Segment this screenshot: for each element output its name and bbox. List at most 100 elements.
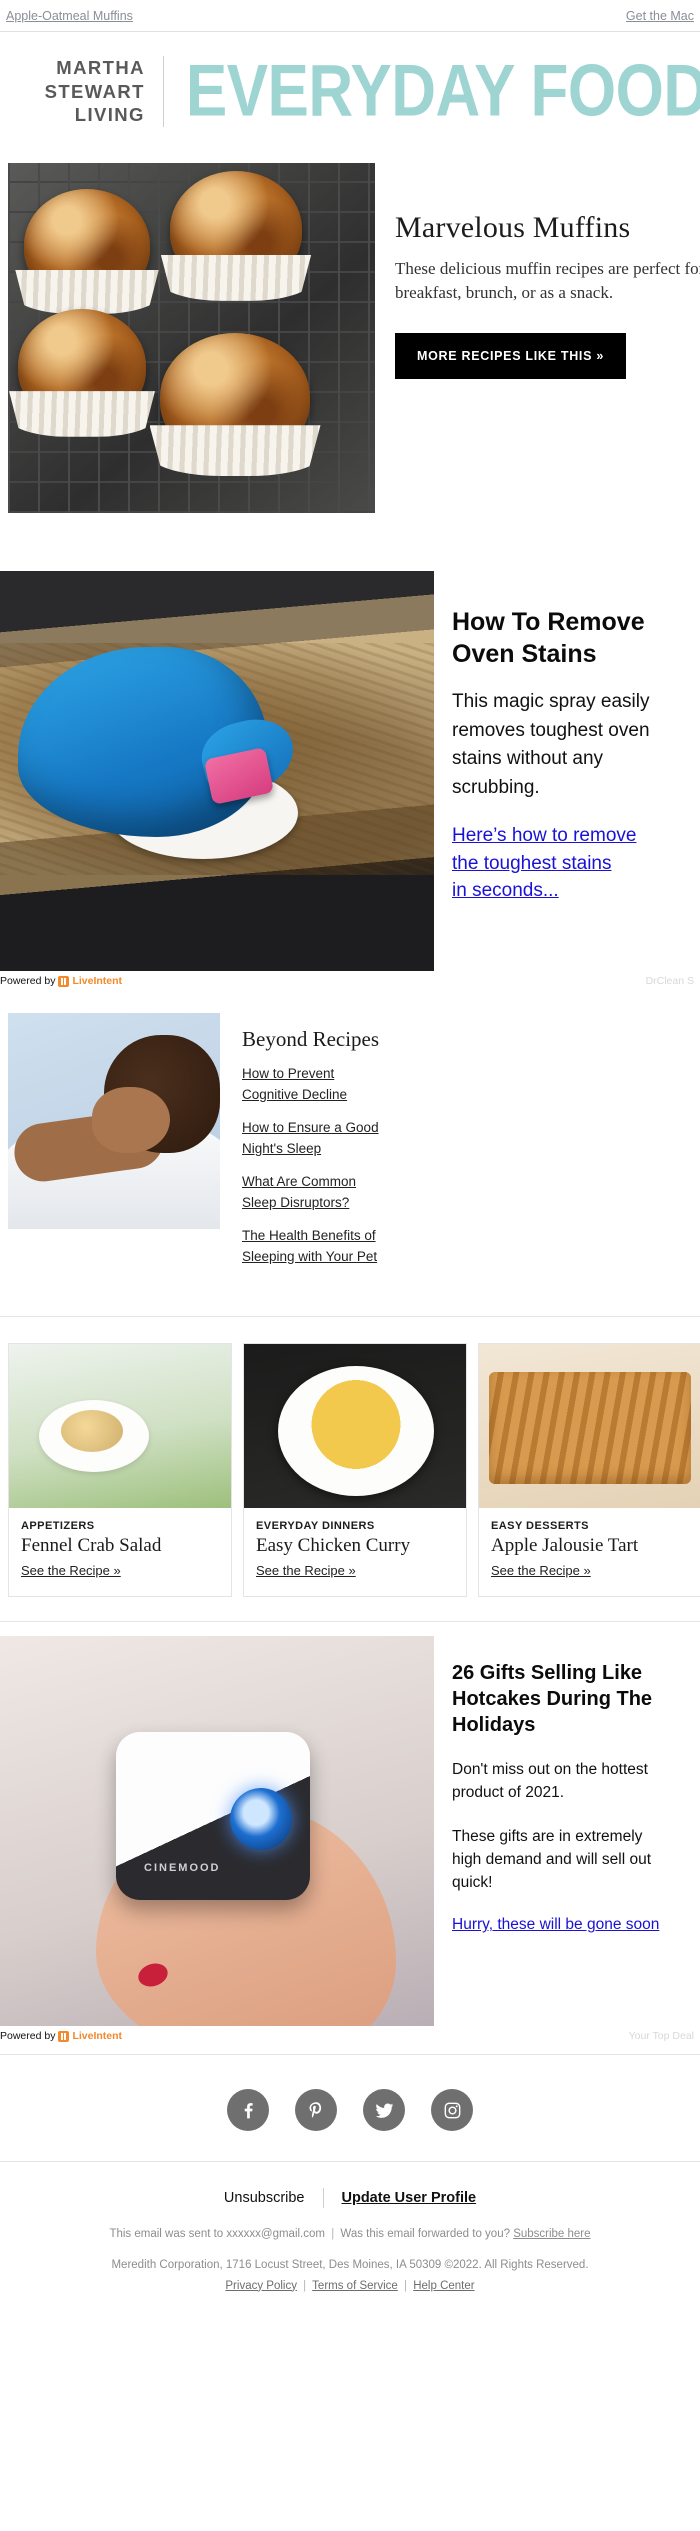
recipe-cards-row: APPETIZERS Fennel Crab Salad See the Rec…: [0, 1317, 700, 1623]
brand-line-1: MARTHA: [56, 57, 145, 78]
twitter-icon[interactable]: [363, 2089, 405, 2132]
beyond-link-2[interactable]: How to Ensure a Good Night's Sleep: [242, 1118, 392, 1159]
recipe-card-title: Easy Chicken Curry: [256, 1535, 411, 1557]
recipe-card-kicker: EVERYDAY DINNERS: [256, 1520, 375, 1533]
liveintent-label: LiveIntent: [72, 2030, 123, 2043]
beyond-recipes-text: Beyond Recipes How to Prevent Cognitive …: [220, 1013, 392, 1280]
ad2-text: 26 Gifts Selling Like Hotcakes During Th…: [434, 1636, 700, 2026]
projector-lens-graphic: [230, 1788, 292, 1851]
ad-advertiser-label: DrClean S: [645, 975, 694, 988]
ad2-image-projector-in-hand[interactable]: CINEMOOD: [0, 1636, 434, 2027]
beyond-link-1[interactable]: How to Prevent Cognitive Decline: [242, 1064, 392, 1105]
footer-legal: Meredith Corporation, 1716 Locust Street…: [0, 2255, 700, 2296]
ad-body-line-3: stains without any: [452, 748, 604, 770]
recipe-card-image-apple-jalousie-tart[interactable]: [479, 1344, 700, 1509]
projector-graphic: CINEMOOD: [116, 1732, 310, 1901]
beyond-link-3[interactable]: What Are Common Sleep Disruptors?: [242, 1172, 392, 1213]
recipe-card-link[interactable]: See the Recipe »: [491, 1563, 591, 1578]
liveintent-logo-icon: [58, 975, 70, 987]
powered-by-liveintent-badge[interactable]: Powered by LiveIntent: [0, 975, 127, 988]
ad2-body2-line-3: quick!: [452, 1874, 493, 1892]
recipe-card-kicker: EASY DESSERTS: [491, 1520, 589, 1533]
face-graphic: [92, 1087, 170, 1154]
company-address: Meredith Corporation, 1716 Locust Street…: [111, 2258, 589, 2271]
hero-image-muffins[interactable]: [8, 163, 375, 514]
sent-to-text: This email was sent to xxxxxx@gmail.com: [109, 2228, 325, 2241]
masthead: MARTHA STEWART LIVING EVERYDAY FOOD: [0, 32, 700, 155]
ad2-body-first: Don't miss out on the hottest product of…: [452, 1758, 700, 1805]
ad2-body1-line-1: Don't miss out on the hottest: [452, 1761, 648, 1779]
recipe-card[interactable]: EVERYDAY DINNERS Easy Chicken Curry See …: [243, 1343, 467, 1598]
ad-body-line-2: removes toughest oven: [452, 719, 650, 741]
preheader-right-link[interactable]: Get the Mac: [626, 9, 694, 23]
terms-of-service-link[interactable]: Terms of Service: [312, 2280, 398, 2292]
hero-text: Marvelous Muffins These delicious muffin…: [375, 163, 700, 380]
ad-image-oven-cleaning[interactable]: [0, 571, 434, 972]
powered-by-label: Powered by: [0, 2030, 56, 2043]
ad2-headline-line-1: 26 Gifts Selling Like: [452, 1662, 643, 1685]
instagram-icon[interactable]: [431, 2089, 473, 2132]
ad-content: How To Remove Oven Stains This magic spr…: [0, 571, 700, 972]
muffin-graphic: [160, 333, 310, 462]
advertisement-oven-stains: How To Remove Oven Stains This magic spr…: [0, 571, 700, 989]
hero-description-line-2: breakfast, brunch, or as a snack.: [395, 283, 614, 303]
more-recipes-button[interactable]: MORE RECIPES LIKE THIS »: [395, 333, 626, 380]
newsletter-title: EVERYDAY FOOD: [185, 60, 700, 123]
muffin-graphic: [24, 189, 150, 302]
unsubscribe-link[interactable]: Unsubscribe: [224, 2190, 305, 2206]
ad2-body1-line-2: product of 2021.: [452, 1784, 565, 1802]
beyond-image-sleeping-woman[interactable]: [8, 1013, 220, 1230]
footer-divider: [322, 2188, 324, 2209]
muffin-graphic: [18, 309, 146, 424]
recipe-card-link[interactable]: See the Recipe »: [21, 1563, 121, 1578]
recipe-card[interactable]: APPETIZERS Fennel Crab Salad See the Rec…: [8, 1343, 232, 1598]
ad2-footer: Powered by LiveIntent Your Top Deal: [0, 2026, 700, 2044]
subscribe-here-link[interactable]: Subscribe here: [513, 2228, 590, 2240]
recipe-card-body: EVERYDAY DINNERS Easy Chicken Curry See …: [244, 1508, 466, 1596]
privacy-policy-link[interactable]: Privacy Policy: [225, 2280, 297, 2292]
brand-logo[interactable]: MARTHA STEWART LIVING: [0, 56, 164, 128]
beyond-recipes-section: Beyond Recipes How to Prevent Cognitive …: [0, 989, 700, 1318]
product-brand-label: CINEMOOD: [144, 1862, 221, 1875]
facebook-icon[interactable]: [227, 2089, 269, 2132]
ad-cta-line-2: the toughest stains: [452, 852, 612, 874]
beyond-link-4[interactable]: The Health Benefits of Sleeping with You…: [242, 1226, 392, 1267]
recipe-card-image-fennel-crab-salad[interactable]: [9, 1344, 231, 1509]
ad2-headline-line-3: Holidays: [452, 1714, 536, 1737]
ad-cta-link[interactable]: Here’s how to remove the toughest stains…: [452, 822, 700, 905]
ad2-body2-line-1: These gifts are in extremely: [452, 1827, 643, 1845]
recipe-card-link[interactable]: See the Recipe »: [256, 1563, 356, 1578]
hero-description: These delicious muffin recipes are perfe…: [395, 257, 700, 305]
ad2-body2-line-2: high demand and will sell out: [452, 1850, 652, 1868]
forwarded-text: Was this email forwarded to you?: [340, 2228, 510, 2241]
recipe-card-image-easy-chicken-curry[interactable]: [244, 1344, 466, 1509]
brand-line-3: LIVING: [74, 104, 145, 126]
email-page: Apple-Oatmeal Muffins Get the Mac MARTHA…: [0, 0, 700, 2331]
powered-by-label: Powered by: [0, 975, 56, 988]
ad2-body-second: These gifts are in extremely high demand…: [452, 1825, 700, 1895]
footer-sep-3: |: [404, 2279, 408, 2292]
advertisement-holiday-gifts: CINEMOOD 26 Gifts Selling Like Hotcakes …: [0, 1636, 700, 2044]
update-user-profile-link[interactable]: Update User Profile: [342, 2190, 477, 2206]
pinterest-icon[interactable]: [295, 2089, 337, 2132]
recipe-card-body: APPETIZERS Fennel Crab Salad See the Rec…: [9, 1508, 231, 1596]
footer: Unsubscribe Update User Profile This ema…: [0, 2161, 700, 2330]
powered-by-liveintent-badge[interactable]: Powered by LiveIntent: [0, 2030, 127, 2043]
beyond-recipes-title: Beyond Recipes: [242, 1027, 380, 1052]
help-center-link[interactable]: Help Center: [413, 2280, 474, 2292]
newsletter-title-wrap: EVERYDAY FOOD: [164, 61, 700, 123]
legal-links: Privacy Policy | Terms of Service | Help…: [0, 2276, 700, 2297]
hero-description-line-1: These delicious muffin recipes are perfe…: [395, 259, 700, 279]
ad-headline-line-1: How To Remove: [452, 608, 645, 637]
preheader-left-link[interactable]: Apple-Oatmeal Muffins: [6, 9, 133, 23]
liveintent-logo-icon: [58, 2030, 70, 2042]
recipe-card[interactable]: EASY DESSERTS Apple Jalousie Tart See th…: [478, 1343, 700, 1598]
ad2-cta-link[interactable]: Hurry, these will be gone soon: [452, 1916, 700, 1934]
ad-body-line-1: This magic spray easily: [452, 691, 650, 713]
recipe-card-body: EASY DESSERTS Apple Jalousie Tart See th…: [479, 1508, 700, 1596]
ad-body-line-4: scrubbing.: [452, 776, 540, 798]
ad-text: How To Remove Oven Stains This magic spr…: [434, 571, 700, 971]
ad2-headline: 26 Gifts Selling Like Hotcakes During Th…: [452, 1660, 700, 1738]
ad-footer: Powered by LiveIntent DrClean S: [0, 971, 700, 989]
liveintent-label: LiveIntent: [72, 975, 123, 988]
